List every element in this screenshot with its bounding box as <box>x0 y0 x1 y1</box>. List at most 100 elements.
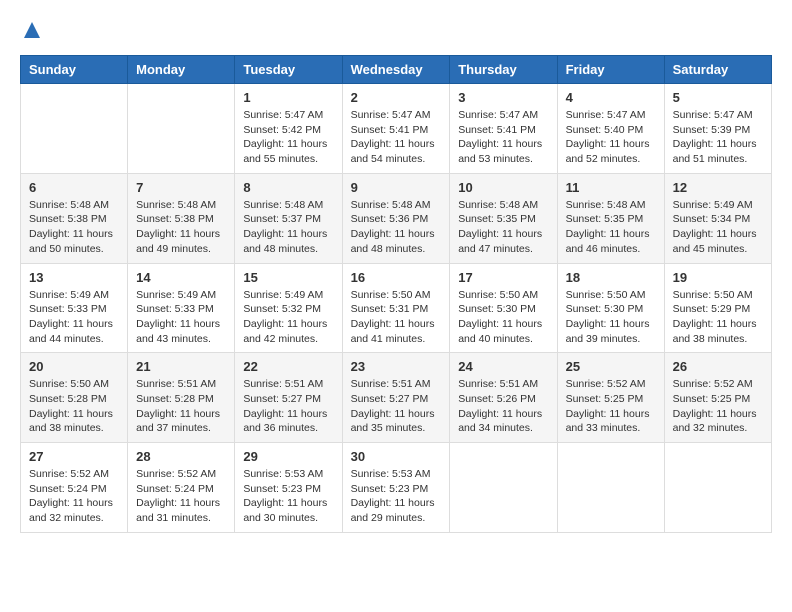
calendar-cell: 10 Sunrise: 5:48 AMSunset: 5:35 PMDayligh… <box>450 173 557 263</box>
logo-text <box>20 20 42 45</box>
week-row-2: 6 Sunrise: 5:48 AMSunset: 5:38 PMDaylight… <box>21 173 772 263</box>
day-info: Sunrise: 5:52 AMSunset: 5:25 PMDaylight:… <box>673 377 763 436</box>
calendar: SundayMondayTuesdayWednesdayThursdayFrid… <box>20 55 772 533</box>
day-number: 16 <box>351 270 442 285</box>
calendar-cell: 18 Sunrise: 5:50 AMSunset: 5:30 PMDayligh… <box>557 263 664 353</box>
day-number: 17 <box>458 270 548 285</box>
day-info: Sunrise: 5:47 AMSunset: 5:41 PMDaylight:… <box>351 108 442 167</box>
day-number: 22 <box>243 359 333 374</box>
calendar-cell: 21 Sunrise: 5:51 AMSunset: 5:28 PMDayligh… <box>128 353 235 443</box>
calendar-header-row: SundayMondayTuesdayWednesdayThursdayFrid… <box>21 56 772 84</box>
day-number: 24 <box>458 359 548 374</box>
day-number: 18 <box>566 270 656 285</box>
day-header-wednesday: Wednesday <box>342 56 450 84</box>
calendar-cell: 23 Sunrise: 5:51 AMSunset: 5:27 PMDayligh… <box>342 353 450 443</box>
day-number: 3 <box>458 90 548 105</box>
calendar-cell: 20Sunrise: 5:50 AMSunset: 5:28 PMDayligh… <box>21 353 128 443</box>
day-info: Sunrise: 5:48 AMSunset: 5:38 PMDaylight:… <box>29 198 119 257</box>
calendar-cell: 29Sunrise: 5:53 AMSunset: 5:23 PMDayligh… <box>235 443 342 533</box>
day-number: 9 <box>351 180 442 195</box>
day-number: 8 <box>243 180 333 195</box>
day-number: 10 <box>458 180 548 195</box>
calendar-cell: 25Sunrise: 5:52 AMSunset: 5:25 PMDayligh… <box>557 353 664 443</box>
calendar-cell: 9 Sunrise: 5:48 AMSunset: 5:36 PMDaylight… <box>342 173 450 263</box>
calendar-cell <box>557 443 664 533</box>
calendar-cell: 16 Sunrise: 5:50 AMSunset: 5:31 PMDayligh… <box>342 263 450 353</box>
calendar-cell: 5Sunrise: 5:47 AMSunset: 5:39 PMDaylight… <box>664 84 771 174</box>
logo-icon <box>22 20 42 40</box>
calendar-cell: 3 Sunrise: 5:47 AMSunset: 5:41 PMDaylight… <box>450 84 557 174</box>
day-number: 25 <box>566 359 656 374</box>
week-row-1: 1 Sunrise: 5:47 AMSunset: 5:42 PMDaylight… <box>21 84 772 174</box>
calendar-cell: 7Sunrise: 5:48 AMSunset: 5:38 PMDaylight… <box>128 173 235 263</box>
calendar-cell: 26 Sunrise: 5:52 AMSunset: 5:25 PMDayligh… <box>664 353 771 443</box>
calendar-cell: 15 Sunrise: 5:49 AMSunset: 5:32 PMDayligh… <box>235 263 342 353</box>
day-info: Sunrise: 5:52 AMSunset: 5:24 PMDaylight:… <box>136 467 226 526</box>
day-number: 15 <box>243 270 333 285</box>
day-number: 19 <box>673 270 763 285</box>
day-number: 12 <box>673 180 763 195</box>
day-number: 13 <box>29 270 119 285</box>
logo <box>20 20 42 45</box>
calendar-cell: 27 Sunrise: 5:52 AMSunset: 5:24 PMDayligh… <box>21 443 128 533</box>
day-number: 4 <box>566 90 656 105</box>
calendar-cell: 28 Sunrise: 5:52 AMSunset: 5:24 PMDayligh… <box>128 443 235 533</box>
day-header-thursday: Thursday <box>450 56 557 84</box>
day-info: Sunrise: 5:51 AMSunset: 5:26 PMDaylight:… <box>458 377 548 436</box>
day-info: Sunrise: 5:48 AMSunset: 5:35 PMDaylight:… <box>458 198 548 257</box>
calendar-cell <box>450 443 557 533</box>
day-number: 21 <box>136 359 226 374</box>
day-info: Sunrise: 5:50 AMSunset: 5:29 PMDaylight:… <box>673 288 763 347</box>
day-header-friday: Friday <box>557 56 664 84</box>
calendar-cell: 6 Sunrise: 5:48 AMSunset: 5:38 PMDaylight… <box>21 173 128 263</box>
day-info: Sunrise: 5:48 AMSunset: 5:37 PMDaylight:… <box>243 198 333 257</box>
day-number: 1 <box>243 90 333 105</box>
calendar-cell <box>21 84 128 174</box>
day-header-monday: Monday <box>128 56 235 84</box>
week-row-3: 13 Sunrise: 5:49 AMSunset: 5:33 PMDayligh… <box>21 263 772 353</box>
day-info: Sunrise: 5:49 AMSunset: 5:33 PMDaylight:… <box>29 288 119 347</box>
calendar-cell: 30Sunrise: 5:53 AMSunset: 5:23 PMDayligh… <box>342 443 450 533</box>
calendar-cell: 4 Sunrise: 5:47 AMSunset: 5:40 PMDaylight… <box>557 84 664 174</box>
day-number: 2 <box>351 90 442 105</box>
calendar-cell: 24 Sunrise: 5:51 AMSunset: 5:26 PMDayligh… <box>450 353 557 443</box>
day-info: Sunrise: 5:48 AMSunset: 5:38 PMDaylight:… <box>136 198 226 257</box>
day-header-sunday: Sunday <box>21 56 128 84</box>
day-info: Sunrise: 5:50 AMSunset: 5:31 PMDaylight:… <box>351 288 442 347</box>
day-info: Sunrise: 5:50 AMSunset: 5:30 PMDaylight:… <box>566 288 656 347</box>
calendar-cell: 8 Sunrise: 5:48 AMSunset: 5:37 PMDaylight… <box>235 173 342 263</box>
day-info: Sunrise: 5:47 AMSunset: 5:40 PMDaylight:… <box>566 108 656 167</box>
day-info: Sunrise: 5:49 AMSunset: 5:33 PMDaylight:… <box>136 288 226 347</box>
calendar-cell: 14Sunrise: 5:49 AMSunset: 5:33 PMDayligh… <box>128 263 235 353</box>
day-header-tuesday: Tuesday <box>235 56 342 84</box>
day-info: Sunrise: 5:49 AMSunset: 5:34 PMDaylight:… <box>673 198 763 257</box>
day-info: Sunrise: 5:53 AMSunset: 5:23 PMDaylight:… <box>351 467 442 526</box>
day-info: Sunrise: 5:51 AMSunset: 5:28 PMDaylight:… <box>136 377 226 436</box>
day-info: Sunrise: 5:47 AMSunset: 5:41 PMDaylight:… <box>458 108 548 167</box>
calendar-cell: 12 Sunrise: 5:49 AMSunset: 5:34 PMDayligh… <box>664 173 771 263</box>
calendar-cell: 13 Sunrise: 5:49 AMSunset: 5:33 PMDayligh… <box>21 263 128 353</box>
day-info: Sunrise: 5:48 AMSunset: 5:36 PMDaylight:… <box>351 198 442 257</box>
calendar-cell: 22Sunrise: 5:51 AMSunset: 5:27 PMDayligh… <box>235 353 342 443</box>
calendar-cell: 19 Sunrise: 5:50 AMSunset: 5:29 PMDayligh… <box>664 263 771 353</box>
day-number: 26 <box>673 359 763 374</box>
day-number: 23 <box>351 359 442 374</box>
day-number: 27 <box>29 449 119 464</box>
day-header-saturday: Saturday <box>664 56 771 84</box>
day-info: Sunrise: 5:52 AMSunset: 5:24 PMDaylight:… <box>29 467 119 526</box>
calendar-cell: 17 Sunrise: 5:50 AMSunset: 5:30 PMDayligh… <box>450 263 557 353</box>
calendar-cell: 2 Sunrise: 5:47 AMSunset: 5:41 PMDaylight… <box>342 84 450 174</box>
day-info: Sunrise: 5:48 AMSunset: 5:35 PMDaylight:… <box>566 198 656 257</box>
day-info: Sunrise: 5:47 AMSunset: 5:42 PMDaylight:… <box>243 108 333 167</box>
day-info: Sunrise: 5:53 AMSunset: 5:23 PMDaylight:… <box>243 467 333 526</box>
day-info: Sunrise: 5:51 AMSunset: 5:27 PMDaylight:… <box>351 377 442 436</box>
week-row-4: 20Sunrise: 5:50 AMSunset: 5:28 PMDayligh… <box>21 353 772 443</box>
day-info: Sunrise: 5:50 AMSunset: 5:30 PMDaylight:… <box>458 288 548 347</box>
day-number: 6 <box>29 180 119 195</box>
calendar-cell: 11Sunrise: 5:48 AMSunset: 5:35 PMDayligh… <box>557 173 664 263</box>
day-info: Sunrise: 5:50 AMSunset: 5:28 PMDaylight:… <box>29 377 119 436</box>
day-info: Sunrise: 5:49 AMSunset: 5:32 PMDaylight:… <box>243 288 333 347</box>
header <box>20 20 772 45</box>
calendar-cell: 1 Sunrise: 5:47 AMSunset: 5:42 PMDaylight… <box>235 84 342 174</box>
day-number: 28 <box>136 449 226 464</box>
